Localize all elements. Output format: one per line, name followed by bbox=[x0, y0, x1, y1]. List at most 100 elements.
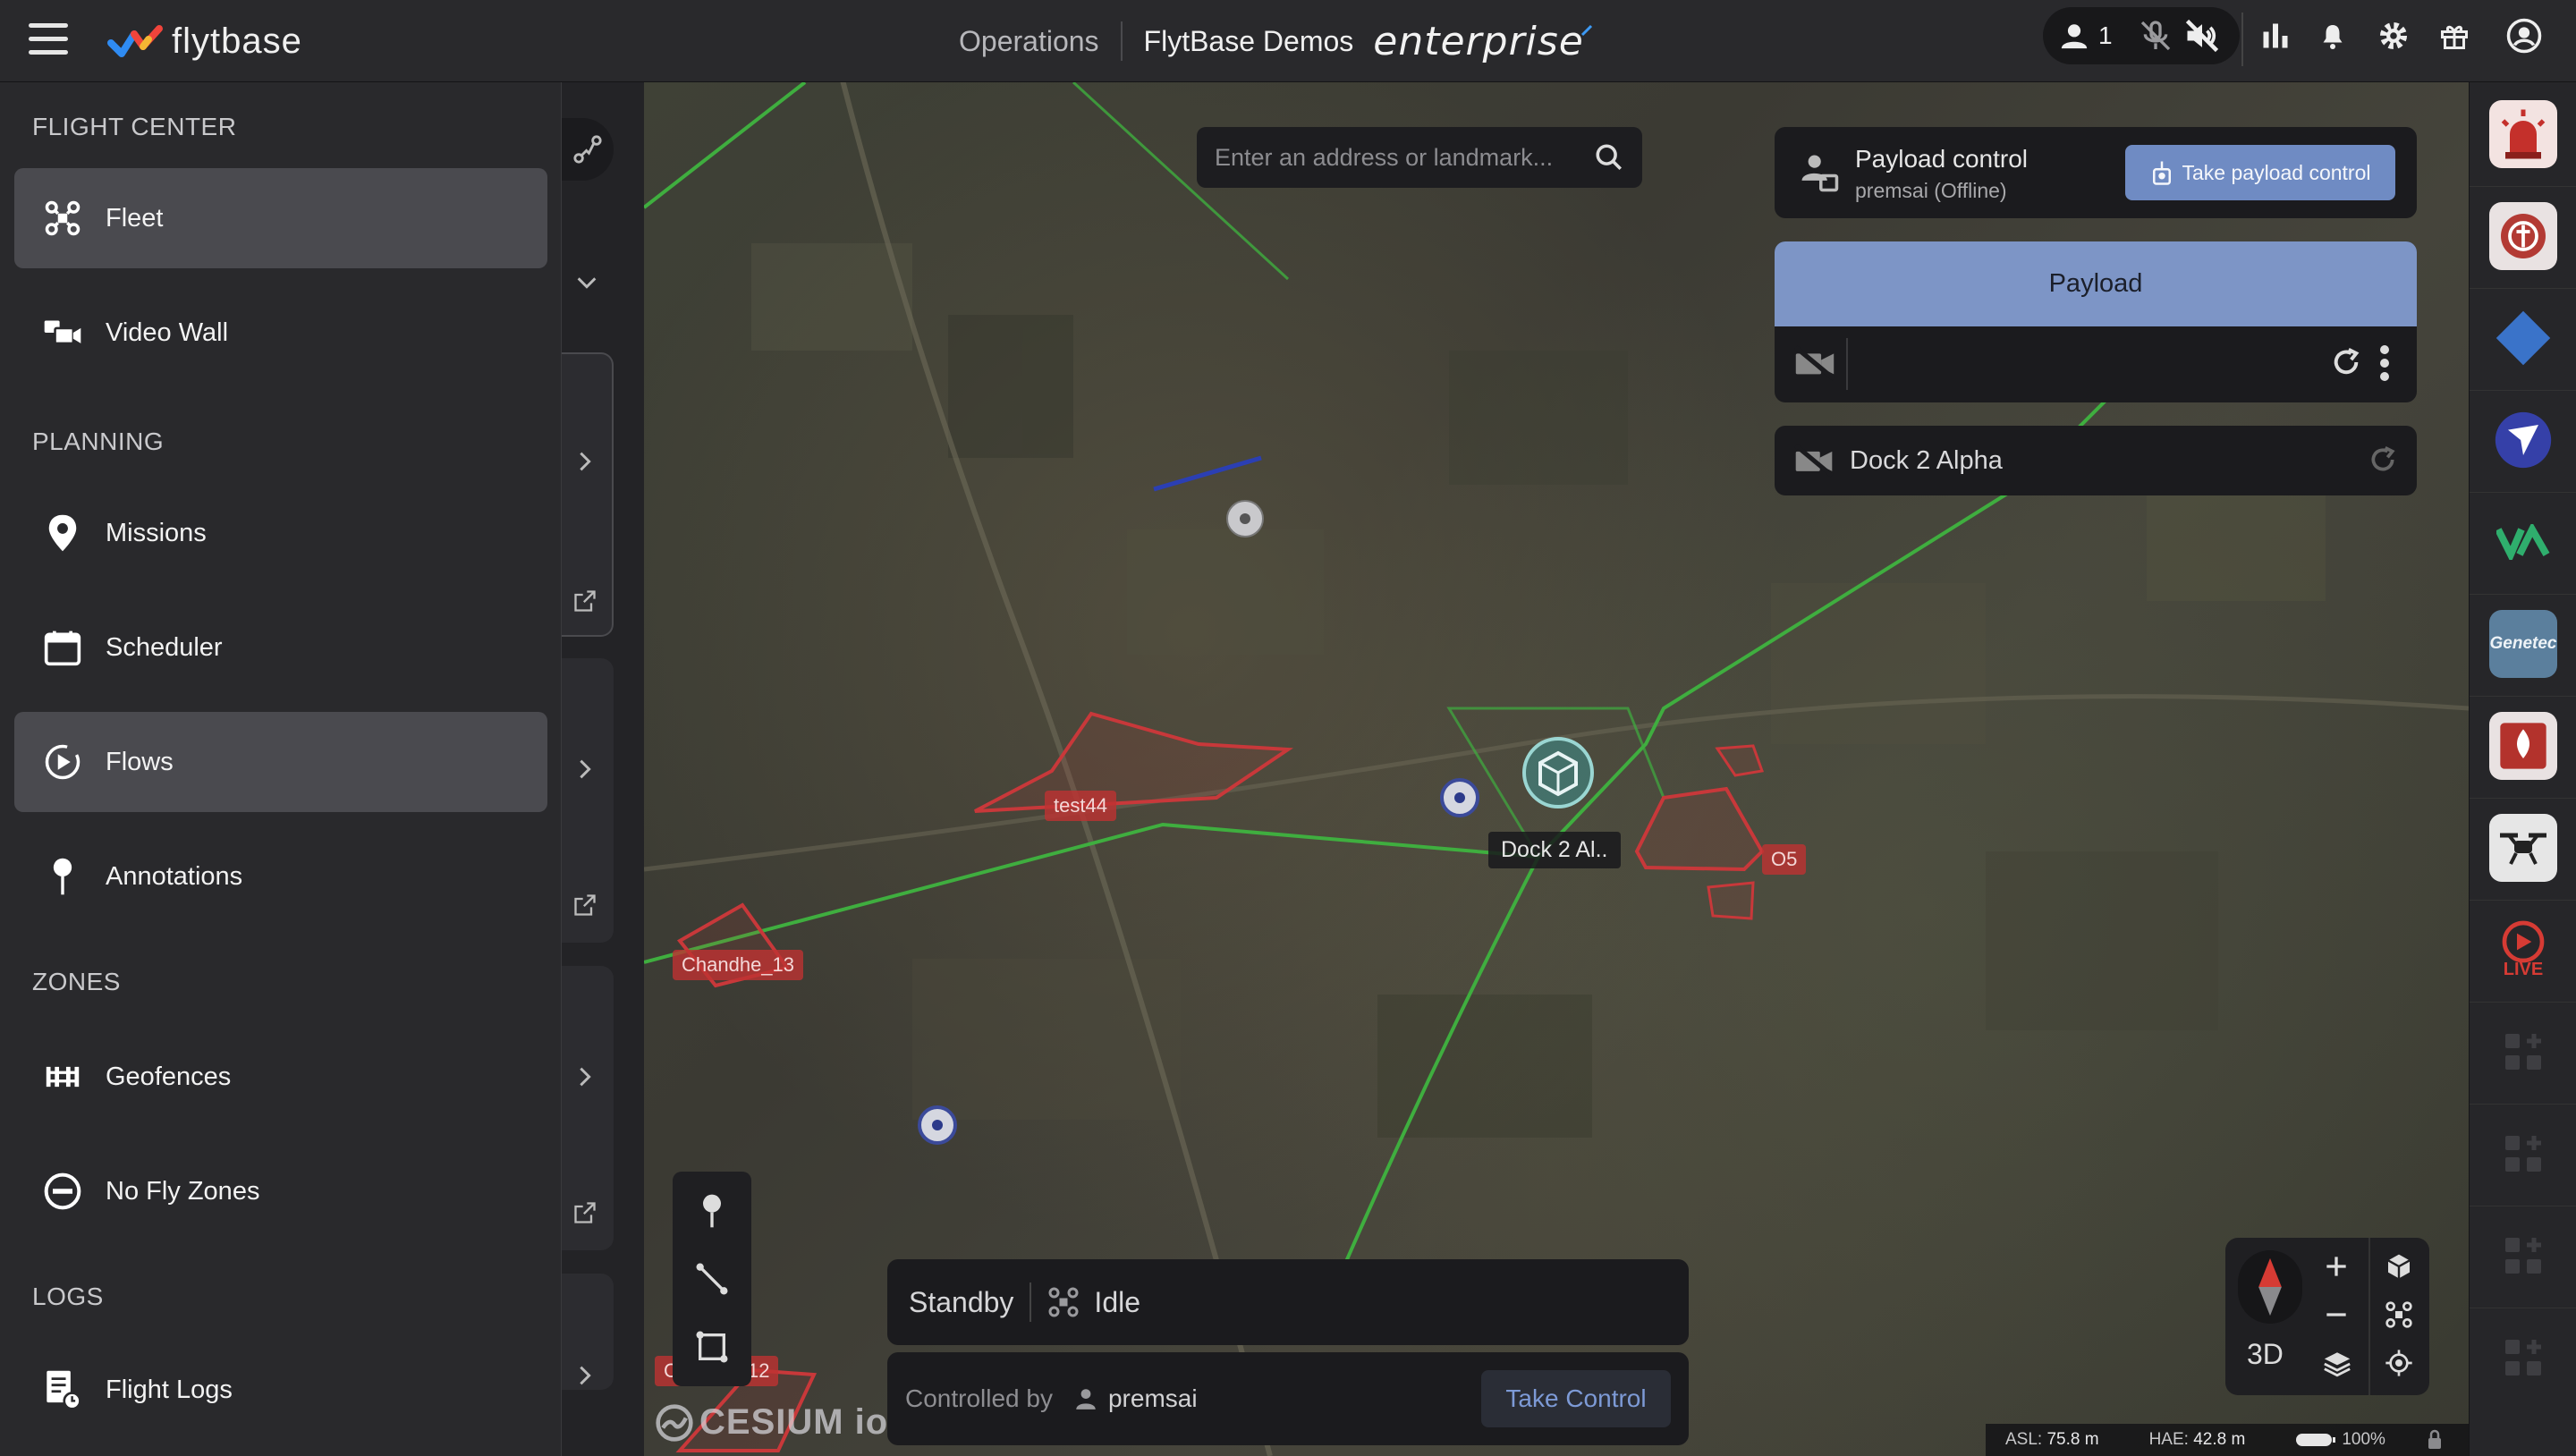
draw-polygon-tool[interactable] bbox=[685, 1320, 739, 1374]
collapsed-card[interactable] bbox=[562, 1274, 614, 1390]
controlled-by-label: Controlled by bbox=[905, 1384, 1053, 1412]
org-name[interactable]: FlytBase Demos bbox=[1123, 25, 1374, 58]
take-payload-control-button[interactable]: Take payload control bbox=[2125, 145, 2395, 200]
org-switcher[interactable]: Operations FlytBase Demos enterprise bbox=[959, 16, 1593, 66]
sidebar-item-no-fly-zones[interactable]: No Fly Zones bbox=[14, 1141, 547, 1241]
rail-alarm-app[interactable] bbox=[2489, 100, 2557, 168]
draw-toolbar bbox=[673, 1172, 751, 1386]
draw-line-tool[interactable] bbox=[685, 1252, 739, 1306]
polygon-icon bbox=[696, 1331, 728, 1363]
annotation-pin-icon bbox=[43, 857, 82, 896]
rail-add-app-slot[interactable] bbox=[2489, 1120, 2557, 1188]
take-control-button[interactable]: Take Control bbox=[1481, 1370, 1671, 1427]
sidebar-item-missions[interactable]: Missions bbox=[14, 483, 547, 583]
chevron-right-icon[interactable] bbox=[572, 449, 597, 478]
search-icon[interactable] bbox=[1594, 142, 1624, 173]
chevron-down-icon[interactable] bbox=[574, 270, 599, 300]
rail-fire-alarm-app[interactable] bbox=[2489, 712, 2557, 780]
external-link-icon[interactable] bbox=[572, 588, 597, 618]
crew-audio-pill[interactable]: 1 bbox=[2043, 7, 2240, 64]
map-navigation-controls: 3D bbox=[2225, 1238, 2429, 1395]
collapsed-card[interactable] bbox=[562, 966, 614, 1250]
chevron-right-icon[interactable] bbox=[572, 757, 597, 786]
rail-add-app-slot[interactable] bbox=[2489, 1222, 2557, 1290]
rail-live-app[interactable]: LIVE bbox=[2489, 916, 2557, 984]
dock-map-label[interactable]: Dock 2 Al.. bbox=[1488, 832, 1621, 868]
gear-icon[interactable] bbox=[2374, 16, 2413, 55]
bell-icon[interactable] bbox=[2313, 16, 2352, 55]
chevron-right-icon[interactable] bbox=[572, 1064, 597, 1094]
rail-genetec-app[interactable]: Genetec bbox=[2489, 610, 2557, 678]
external-link-icon[interactable] bbox=[572, 1200, 597, 1230]
zone-label-chandhe-13[interactable]: Chandhe_13 bbox=[673, 950, 804, 980]
sidebar-item-fleet[interactable]: Fleet bbox=[14, 168, 547, 268]
flight-log-icon bbox=[43, 1370, 82, 1410]
compass[interactable] bbox=[2238, 1250, 2302, 1324]
sidebar-item-flight-logs[interactable]: Flight Logs bbox=[14, 1340, 547, 1440]
divider bbox=[2470, 390, 2576, 391]
payload-panel-header[interactable]: Payload bbox=[1775, 241, 2417, 326]
more-vertical-icon[interactable] bbox=[2379, 345, 2390, 381]
locate-icon[interactable] bbox=[2385, 1349, 2413, 1382]
divider bbox=[2470, 492, 2576, 493]
drone-icon bbox=[1048, 1287, 1079, 1317]
rail-va-app[interactable] bbox=[2489, 508, 2557, 576]
flows-icon bbox=[43, 742, 82, 782]
sidebar-item-label: Geofences bbox=[106, 1062, 232, 1091]
drone-view-icon[interactable] bbox=[2385, 1300, 2413, 1333]
rail-drone-app[interactable] bbox=[2489, 814, 2557, 882]
control-ownership-panel: Controlled by premsai Take Control bbox=[887, 1352, 1689, 1445]
search-input[interactable] bbox=[1215, 143, 1594, 172]
gift-icon[interactable] bbox=[2435, 16, 2474, 55]
hae-label: HAE: bbox=[2148, 1430, 2189, 1449]
speaker-muted-icon[interactable] bbox=[2182, 16, 2222, 55]
zone-label-test44[interactable]: test44 bbox=[1045, 791, 1116, 821]
operations-label[interactable]: Operations bbox=[959, 25, 1121, 58]
divider bbox=[2470, 1104, 2576, 1105]
dock-name: Dock 2 Alpha bbox=[1850, 445, 2003, 475]
zoom-out-button[interactable] bbox=[2322, 1300, 2351, 1333]
zoom-in-button[interactable] bbox=[2322, 1252, 2351, 1285]
sidebar-item-scheduler[interactable]: Scheduler bbox=[14, 597, 547, 698]
top-bar: flytbase Operations FlytBase Demos enter… bbox=[0, 0, 2576, 82]
analytics-icon[interactable] bbox=[2256, 16, 2295, 55]
rail-diamond-app[interactable] bbox=[2489, 304, 2557, 372]
mic-muted-icon[interactable] bbox=[2138, 18, 2174, 54]
cesium-attribution[interactable]: CESIUM ion bbox=[655, 1402, 911, 1443]
route-tool-button[interactable] bbox=[562, 118, 614, 181]
sidebar-item-label: No Fly Zones bbox=[106, 1176, 260, 1206]
rail-add-app-slot[interactable] bbox=[2489, 1018, 2557, 1086]
rail-add-app-slot[interactable] bbox=[2489, 1324, 2557, 1392]
zone-label-o5[interactable]: O5 bbox=[1762, 844, 1807, 875]
standby-status: Standby bbox=[909, 1285, 1014, 1318]
sidebar-item-video-wall[interactable]: Video Wall bbox=[14, 283, 547, 383]
lock-icon[interactable] bbox=[2425, 1429, 2445, 1451]
sidebar-item-annotations[interactable]: Annotations bbox=[14, 826, 547, 927]
refresh-icon[interactable] bbox=[2368, 445, 2397, 474]
rail-security-app[interactable] bbox=[2489, 202, 2557, 270]
collapsed-card[interactable] bbox=[562, 352, 614, 637]
add-marker-tool[interactable] bbox=[685, 1184, 739, 1238]
external-link-icon[interactable] bbox=[572, 893, 597, 922]
sidebar-item-flows[interactable]: Flows bbox=[14, 712, 547, 812]
camera-off-icon bbox=[1794, 444, 1834, 478]
sidebar-item-geofences[interactable]: Geofences bbox=[14, 1027, 547, 1127]
address-search[interactable] bbox=[1197, 127, 1642, 188]
send-icon bbox=[2495, 411, 2552, 469]
divider bbox=[2470, 798, 2576, 799]
menu-icon[interactable] bbox=[29, 23, 68, 55]
line-icon bbox=[696, 1263, 728, 1295]
dock-view-icon[interactable] bbox=[2385, 1252, 2413, 1285]
view-mode-3d[interactable]: 3D bbox=[2247, 1338, 2284, 1371]
profile-icon[interactable] bbox=[2504, 16, 2544, 55]
asl-value: 75.8 m bbox=[2046, 1430, 2099, 1449]
genetec-logo-text: Genetec bbox=[2489, 634, 2557, 653]
rail-navigation-app[interactable] bbox=[2489, 406, 2557, 474]
chevron-right-icon[interactable] bbox=[572, 1363, 597, 1393]
layers-icon[interactable] bbox=[2322, 1349, 2352, 1384]
divider bbox=[2241, 13, 2243, 66]
flytbase-logo[interactable]: flytbase bbox=[107, 16, 302, 66]
dock-camera-panel[interactable]: Dock 2 Alpha bbox=[1775, 426, 2417, 495]
refresh-icon[interactable] bbox=[2331, 347, 2361, 377]
collapsed-card[interactable] bbox=[562, 658, 614, 943]
